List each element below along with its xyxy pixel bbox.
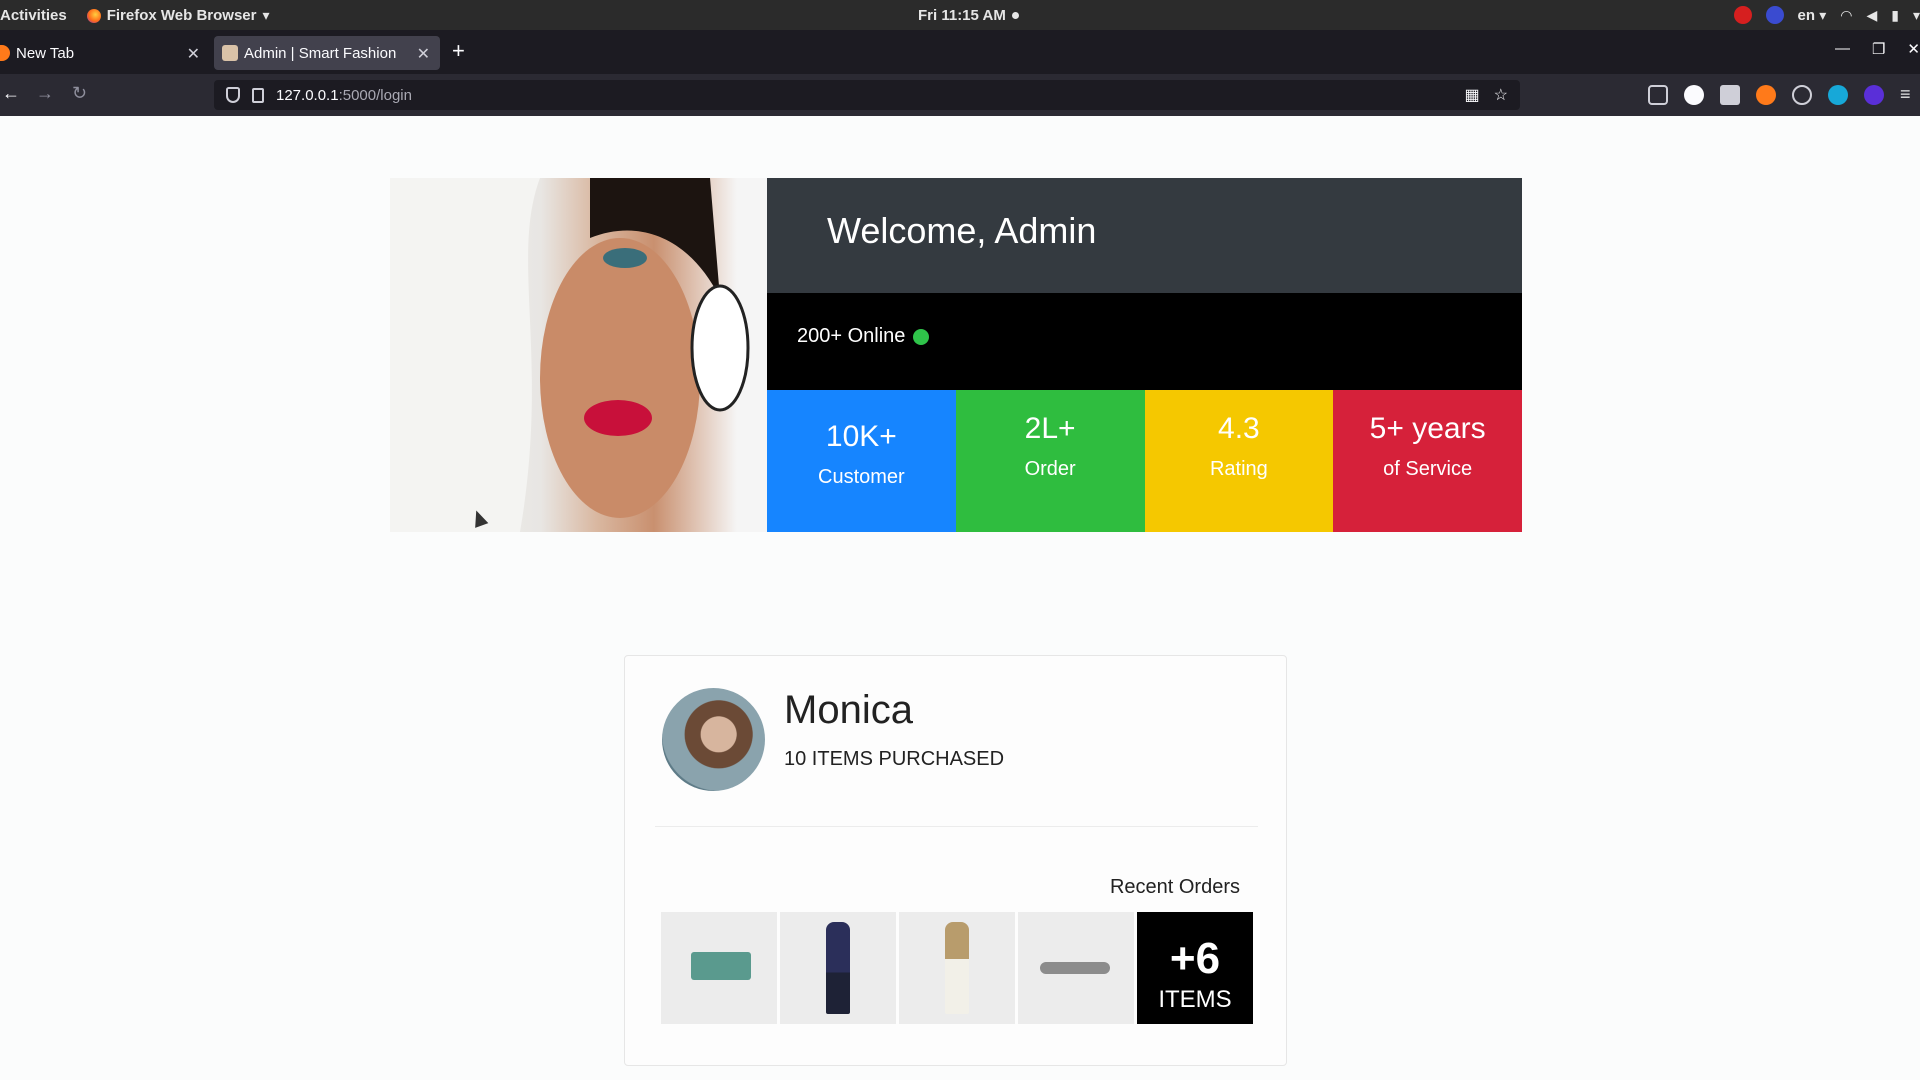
stat-value: 5+ years [1369, 412, 1486, 445]
tab-new-tab[interactable]: New Tab ✕ [0, 36, 210, 70]
forward-arrow-icon[interactable]: → [36, 83, 54, 104]
qr-grid-icon[interactable]: ▦ [1465, 85, 1480, 105]
order-thumbnail-wallet[interactable] [661, 912, 777, 1024]
wifi-icon[interactable]: ◠ [1840, 7, 1852, 24]
recent-orders-heading: Recent Orders [1109, 876, 1240, 898]
lips-shape [584, 400, 652, 436]
items-purchased: 10 ITEMS PURCHASED [784, 748, 1005, 770]
volume-icon[interactable]: ◀ [1866, 7, 1877, 24]
customer-name: Monica [784, 688, 913, 732]
stat-customer: 10K+ Customer [767, 390, 956, 532]
welcome-heading: Welcome, Admin [767, 178, 1522, 293]
close-window-icon[interactable]: ✕ [1907, 40, 1920, 58]
record-indicator-icon[interactable] [1733, 6, 1752, 24]
chevron-down-icon: ▾ [1819, 6, 1827, 23]
notification-dot-icon [1011, 12, 1019, 19]
system-top-bar: Activities Firefox Web Browser ▾ Fri 11:… [0, 0, 1920, 30]
tab-admin-smart-fashion[interactable]: Admin | Smart Fashion ✕ [214, 36, 440, 70]
stat-value: 4.3 [1218, 412, 1260, 445]
back-arrow-icon[interactable]: ← [2, 83, 20, 104]
navigation-toolbar: ← → ↻ 127.0.0.1:5000/login ▦ ☆ [0, 74, 1920, 116]
tab-strip: New Tab ✕ Admin | Smart Fashion ✕ [0, 30, 1920, 74]
outfit-image [945, 922, 969, 1014]
stat-years-of-service: 5+ years of Service [1333, 390, 1522, 532]
url-host: 127.0.0.1 [276, 86, 339, 104]
extension-blue-icon[interactable] [1828, 84, 1848, 105]
stat-order: 2L+ Order [955, 390, 1145, 532]
admin-hero: Welcome, Admin 200+ Online 10K+ Customer… [390, 178, 1522, 532]
stat-label: Rating [1209, 458, 1268, 480]
order-thumbnail-outfit[interactable] [899, 912, 1015, 1024]
more-items-count: +6 [1169, 934, 1221, 983]
extensions-grid-icon[interactable] [1720, 84, 1740, 105]
app-menu[interactable]: Firefox Web Browser ▾ [86, 7, 270, 24]
clock-text: Fri 11:15 AM [918, 7, 1006, 24]
system-menu-chevron-icon[interactable]: ▾ [1913, 7, 1920, 24]
tracking-protection-shield-icon[interactable] [226, 87, 240, 103]
suit-image [826, 922, 850, 1014]
activities-button[interactable]: Activities [0, 7, 67, 24]
eye-shape [603, 248, 647, 268]
fashion-model-image [390, 178, 767, 532]
bookmark-star-icon[interactable]: ☆ [1494, 85, 1508, 105]
pocket-icon[interactable] [1648, 84, 1668, 105]
avatar [662, 688, 765, 791]
extension-toolbar: ≡ [1648, 84, 1911, 105]
online-count: 200+ Online [797, 325, 906, 347]
battery-icon[interactable]: ▮ [1891, 7, 1899, 24]
reload-icon[interactable]: ↻ [72, 83, 87, 104]
recent-orders-thumbnails: +6 ITEMS [661, 912, 1253, 1024]
stat-value: 10K+ [825, 420, 897, 453]
new-tab-plus-icon[interactable]: + [452, 38, 465, 64]
extension-globe-icon[interactable] [1792, 84, 1812, 105]
wallet-image [691, 952, 751, 980]
online-indicator-icon [913, 329, 930, 345]
chevron-down-icon: ▾ [262, 7, 270, 23]
page-info-icon[interactable] [252, 87, 264, 103]
extension-m-icon[interactable] [1684, 84, 1704, 105]
mirror-shape [690, 284, 750, 412]
restore-icon[interactable]: ❐ [1872, 40, 1885, 58]
stat-label: Order [1024, 458, 1076, 480]
window-controls: — ❐ ✕ [1835, 40, 1920, 58]
divider [655, 826, 1258, 827]
url-path: :5000/login [338, 86, 412, 104]
hero-info-panel: Welcome, Admin 200+ Online 10K+ Customer… [767, 178, 1522, 532]
order-thumbnail-suit[interactable] [780, 912, 896, 1024]
metamask-fox-icon[interactable] [1756, 84, 1776, 105]
feather-shape [390, 178, 540, 532]
customer-card: Monica 10 ITEMS PURCHASED Recent Orders … [624, 655, 1287, 1066]
tab-title: New Tab [16, 44, 75, 62]
extension-purple-icon[interactable] [1864, 84, 1884, 105]
teams-tray-icon[interactable] [1765, 6, 1784, 24]
face-shape [540, 238, 700, 518]
belt-image [1040, 962, 1110, 974]
url-bar[interactable]: 127.0.0.1:5000/login ▦ ☆ [214, 80, 1520, 110]
more-items-label: ITEMS [1158, 986, 1232, 1013]
minimize-icon[interactable]: — [1835, 40, 1850, 58]
stat-label: Customer [818, 466, 905, 488]
stat-label: of Service [1383, 458, 1473, 480]
close-tab-icon[interactable]: ✕ [417, 44, 430, 64]
close-tab-icon[interactable]: ✕ [187, 44, 200, 64]
order-thumbnail-belt[interactable] [1018, 912, 1134, 1024]
tab-title: Admin | Smart Fashion [244, 44, 397, 62]
firefox-icon [86, 8, 101, 23]
app-name: Firefox Web Browser [106, 7, 257, 24]
firefox-tab-icon [0, 45, 10, 61]
stat-rating: 4.3 Rating [1144, 390, 1334, 532]
clock[interactable]: Fri 11:15 AM [918, 7, 1019, 24]
model-illustration [390, 178, 750, 532]
more-items-tile[interactable]: +6 ITEMS [1137, 912, 1253, 1024]
stat-value: 2L+ [1024, 412, 1076, 445]
hamburger-menu-icon[interactable]: ≡ [1900, 84, 1911, 105]
language-label: en [1797, 6, 1816, 24]
language-indicator[interactable]: en ▾ [1798, 7, 1827, 24]
stats-row: 10K+ Customer 2L+ Order 4.3 Rating 5+ ye… [767, 390, 1522, 532]
site-favicon-icon [222, 45, 238, 61]
online-status: 200+ Online [767, 293, 1522, 390]
